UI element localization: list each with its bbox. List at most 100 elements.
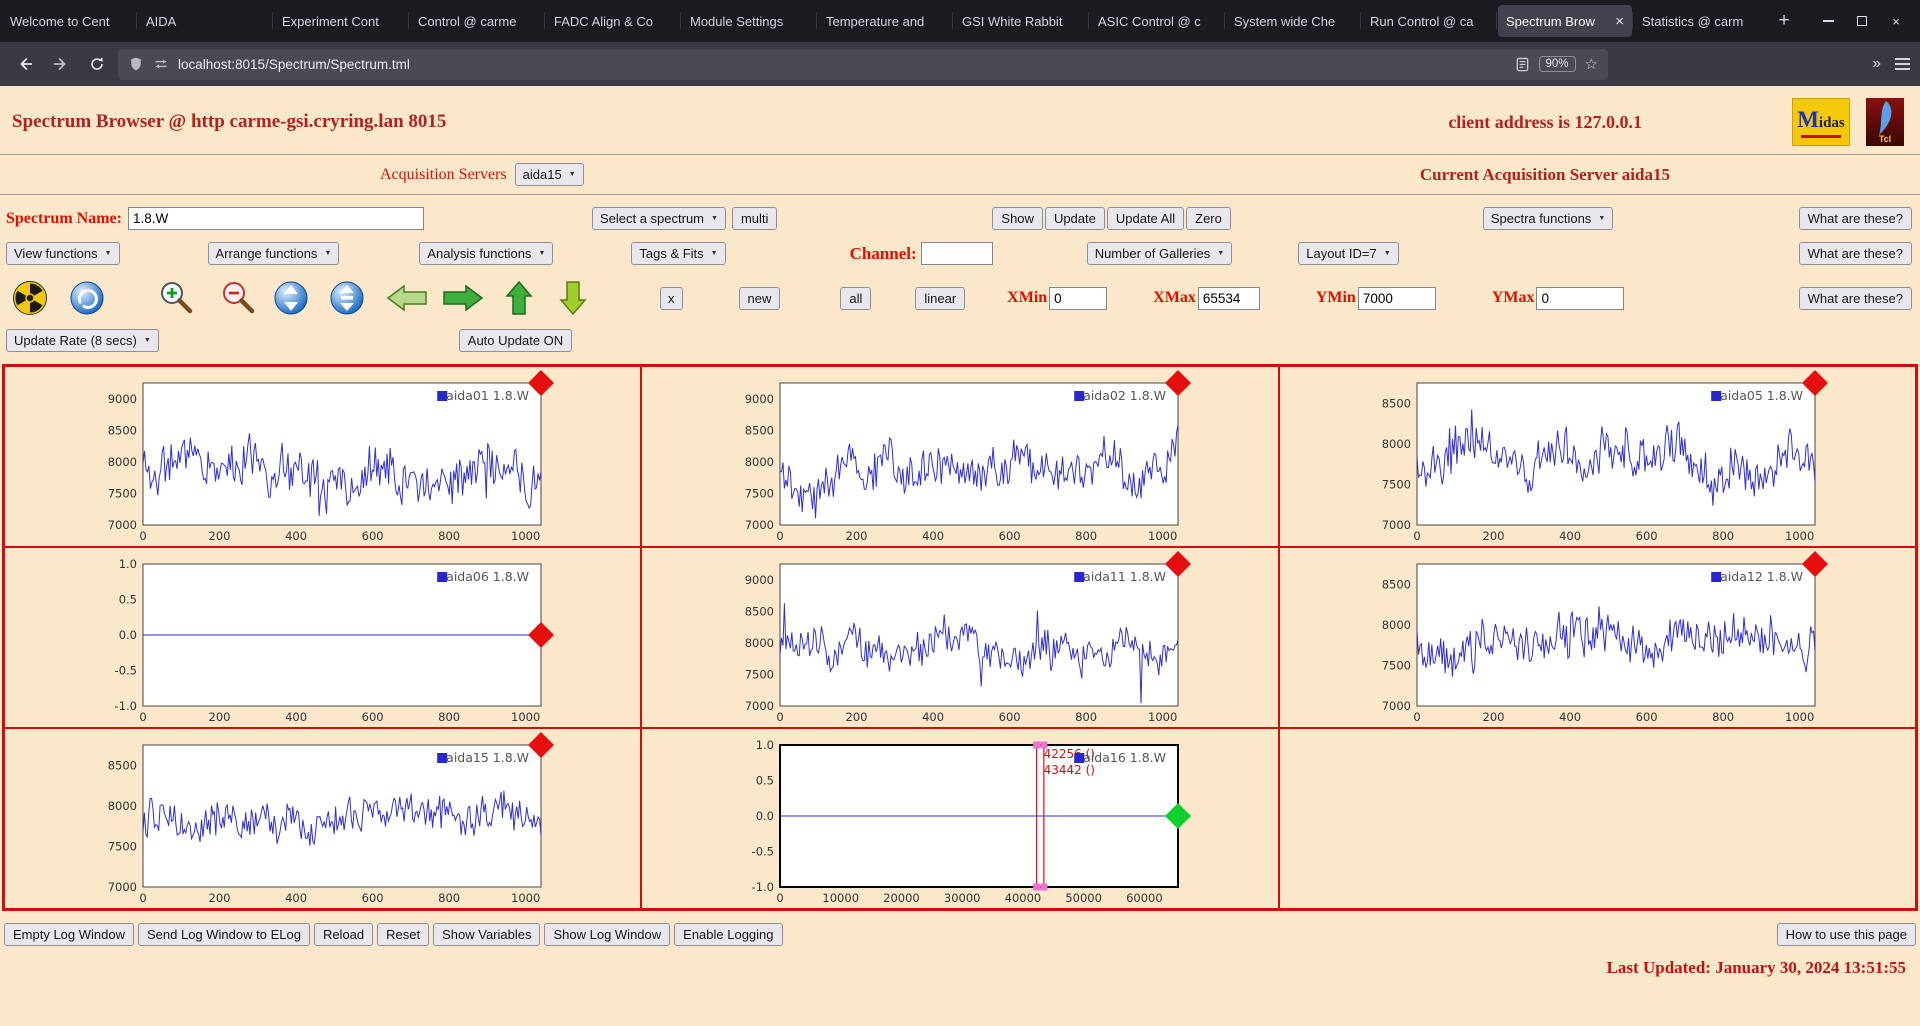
browser-tab[interactable]: System wide Che bbox=[1224, 5, 1360, 37]
back-icon[interactable] bbox=[10, 49, 40, 79]
browser-tab[interactable]: Temperature and bbox=[816, 5, 952, 37]
xmax-input[interactable] bbox=[1197, 286, 1260, 310]
acquisition-server-dropdown[interactable]: aida15 ▼ bbox=[514, 163, 584, 186]
arrange-functions-dropdown[interactable]: Arrange functions ▼ bbox=[207, 242, 340, 265]
svg-text:0: 0 bbox=[776, 710, 783, 724]
radioactive-icon[interactable] bbox=[12, 280, 48, 316]
chevron-down-icon: ▼ bbox=[711, 215, 718, 222]
show-button[interactable]: Show bbox=[992, 207, 1043, 230]
zero-button[interactable]: Zero bbox=[1186, 207, 1231, 230]
zoom-in-icon[interactable] bbox=[156, 278, 196, 318]
number-of-galleries-dropdown[interactable]: Number of Galleries ▼ bbox=[1086, 242, 1233, 265]
browser-tab[interactable]: GSI White Rabbit bbox=[952, 5, 1088, 37]
how-to-use-button[interactable]: How to use this page bbox=[1776, 923, 1916, 946]
what-are-these-button[interactable]: What are these? bbox=[1798, 242, 1912, 265]
reload-button[interactable]: Reload bbox=[313, 923, 374, 946]
tags-fits-dropdown[interactable]: Tags & Fits ▼ bbox=[631, 242, 726, 265]
browser-tab[interactable]: Welcome to Cent bbox=[2, 5, 136, 37]
footer-row: Empty Log Window Send Log Window to ELog R… bbox=[4, 923, 1916, 946]
reset-button[interactable]: Reset bbox=[377, 923, 430, 946]
url-text[interactable]: localhost:8015/Spectrum/Spectrum.tml bbox=[178, 57, 410, 72]
enable-logging-button[interactable]: Enable Logging bbox=[674, 923, 783, 946]
send-log-window-to-elog-button[interactable]: Send Log Window to ELog bbox=[138, 923, 310, 946]
overflow-chevron-icon[interactable]: » bbox=[1872, 55, 1881, 73]
svg-text:7500: 7500 bbox=[107, 839, 136, 853]
plot-cell: 9000 8500 8000 7500 7000 0 200 400 600 800 1000 aid… bbox=[641, 547, 1279, 728]
browser-tab[interactable]: Module Settings bbox=[680, 5, 816, 37]
layout-id-dropdown[interactable]: Layout ID=7 ▼ bbox=[1298, 242, 1399, 265]
spectra-functions-dropdown[interactable]: Spectra functions ▼ bbox=[1482, 207, 1614, 230]
browser-tab[interactable]: Run Control @ ca bbox=[1360, 5, 1496, 37]
chevron-down-icon: ▼ bbox=[143, 337, 151, 344]
arrow-down-icon[interactable] bbox=[558, 280, 588, 316]
arrow-left-icon[interactable] bbox=[386, 283, 428, 313]
new-tab-button[interactable]: + bbox=[1768, 0, 1800, 42]
xmin-input[interactable] bbox=[1049, 286, 1108, 310]
bookmark-star-icon[interactable]: ☆ bbox=[1585, 55, 1598, 73]
url-bar[interactable]: localhost:8015/Spectrum/Spectrum.tml 90%… bbox=[118, 48, 1608, 80]
browser-tab[interactable]: FADC Align & Co bbox=[544, 5, 680, 37]
minimize-icon[interactable] bbox=[1816, 9, 1840, 33]
analysis-functions-dropdown[interactable]: Analysis functions ▼ bbox=[419, 242, 554, 265]
linear-button[interactable]: linear bbox=[915, 286, 966, 310]
cursor-cap bbox=[1040, 741, 1048, 749]
browser-tab[interactable]: ASIC Control @ c bbox=[1088, 5, 1224, 37]
tab-bar: Welcome to Cent AIDA Experiment Cont Contro… bbox=[0, 0, 1920, 42]
reader-mode-icon[interactable] bbox=[1515, 57, 1530, 72]
spectrum-plot: 8500 8000 7500 70000 200 400 600 800 1000 aida05 … bbox=[1382, 370, 1829, 543]
reload-icon[interactable] bbox=[82, 49, 112, 79]
update-button[interactable]: Update bbox=[1044, 207, 1105, 230]
forward-icon[interactable] bbox=[46, 49, 76, 79]
spectrum-name-label: Spectrum Name: bbox=[6, 209, 122, 227]
browser-tab[interactable]: Spectrum Brow × bbox=[1496, 5, 1632, 37]
update-all-button[interactable]: Update All bbox=[1106, 207, 1185, 230]
arrow-right-icon[interactable] bbox=[442, 283, 484, 313]
svg-text:8000: 8000 bbox=[107, 455, 136, 469]
empty-log-window-button[interactable]: Empty Log Window bbox=[4, 923, 134, 946]
what-are-these-button[interactable]: What are these? bbox=[1798, 286, 1912, 310]
ymax-input[interactable] bbox=[1536, 286, 1625, 310]
unzoom-y-icon[interactable] bbox=[272, 279, 310, 317]
svg-text:8000: 8000 bbox=[745, 636, 774, 650]
show-log-window-button[interactable]: Show Log Window bbox=[544, 923, 671, 946]
maximize-icon[interactable] bbox=[1850, 9, 1874, 33]
refresh-sphere-icon[interactable] bbox=[68, 279, 106, 317]
show-variables-button[interactable]: Show Variables bbox=[433, 923, 541, 946]
svg-text:600: 600 bbox=[361, 710, 383, 724]
zoom-badge[interactable]: 90% bbox=[1538, 56, 1576, 72]
chevron-down-icon: ▼ bbox=[1217, 250, 1225, 257]
what-are-these-button[interactable]: What are these? bbox=[1798, 207, 1912, 230]
spectrum-plot: 9000 8500 8000 7500 70000 200 400 600 800 1000 aid… bbox=[745, 551, 1191, 724]
autoscale-y-icon[interactable] bbox=[328, 279, 366, 317]
browser-tab[interactable]: Statistics @ carm bbox=[1632, 5, 1768, 37]
all-button[interactable]: all bbox=[840, 286, 872, 310]
spectrum-name-input[interactable] bbox=[127, 207, 424, 230]
close-gallery-button[interactable]: x bbox=[660, 286, 683, 310]
svg-text:7500: 7500 bbox=[745, 486, 774, 500]
auto-update-button[interactable]: Auto Update ON bbox=[458, 329, 573, 352]
browser-tab[interactable]: Experiment Cont bbox=[272, 5, 408, 37]
update-rate-dropdown[interactable]: Update Rate (8 secs) ▼ bbox=[6, 329, 159, 352]
multi-button[interactable]: multi bbox=[731, 207, 778, 230]
arrow-up-icon[interactable] bbox=[504, 280, 534, 316]
view-functions-dropdown[interactable]: View functions ▼ bbox=[6, 242, 120, 265]
spectrum-plot: 9000 8500 8000 7500 70000 200 400 600 800 1000 aid… bbox=[745, 370, 1191, 543]
browser-tab[interactable]: Control @ carme bbox=[408, 5, 544, 37]
svg-text:-1.0: -1.0 bbox=[752, 880, 774, 894]
browser-tab[interactable]: AIDA bbox=[136, 5, 272, 37]
svg-text:200: 200 bbox=[208, 710, 230, 724]
select-spectrum-dropdown[interactable]: Select a spectrum ▼ bbox=[591, 207, 726, 230]
new-button[interactable]: new bbox=[738, 286, 781, 310]
ymin-input[interactable] bbox=[1357, 286, 1436, 310]
plot-cell: 9000 8500 8000 7500 7000 0 200 400 600 800 1000 aid… bbox=[4, 366, 642, 547]
channel-input[interactable] bbox=[920, 242, 993, 265]
zoom-out-icon[interactable] bbox=[218, 278, 258, 318]
close-icon[interactable]: × bbox=[1884, 9, 1908, 33]
shield-icon[interactable] bbox=[128, 56, 144, 72]
xmin-label: XMin bbox=[1007, 289, 1048, 306]
permissions-icon[interactable] bbox=[153, 56, 169, 72]
svg-text:0: 0 bbox=[776, 891, 783, 905]
menu-icon[interactable] bbox=[1895, 58, 1910, 70]
svg-text:0: 0 bbox=[139, 891, 146, 905]
tab-close-icon[interactable]: × bbox=[1615, 13, 1624, 30]
